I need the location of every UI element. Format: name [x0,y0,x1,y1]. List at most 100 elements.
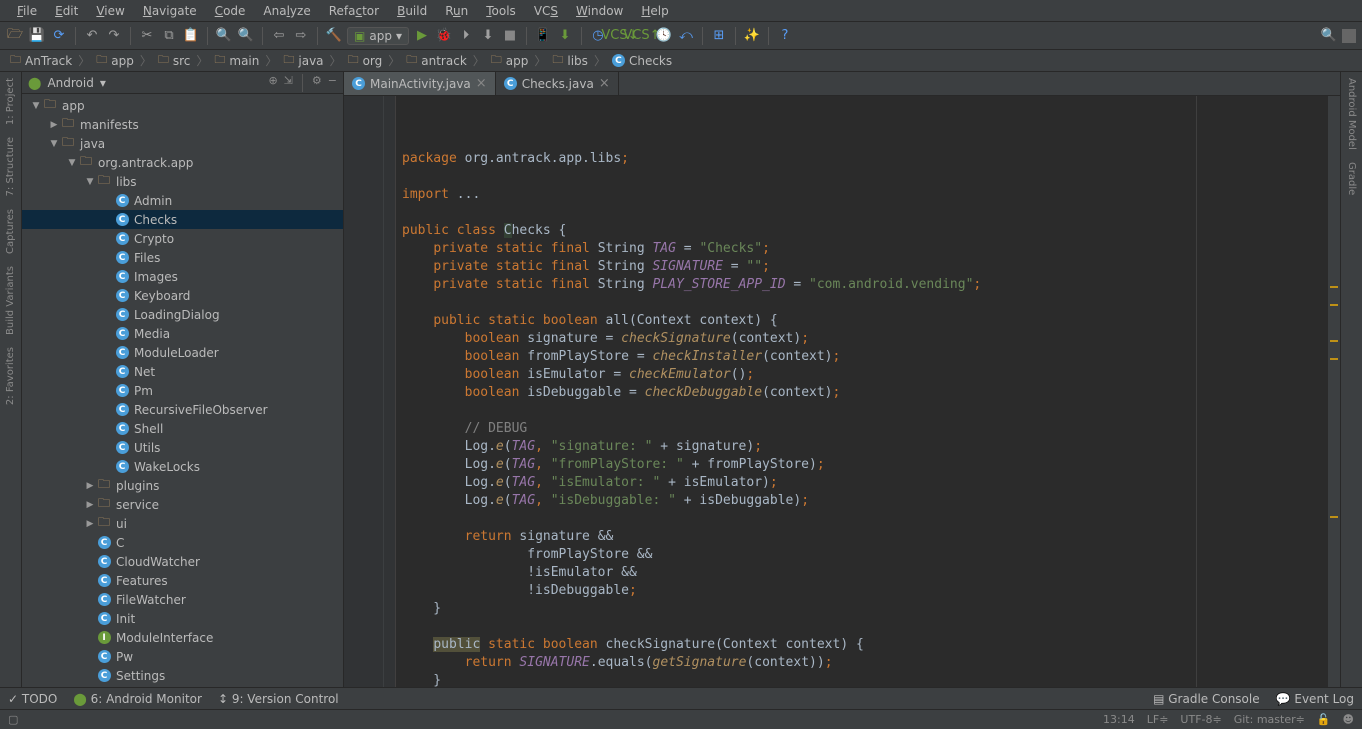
code-content[interactable]: package org.antrack.app.libs; import ...… [396,96,1328,687]
menu-edit[interactable]: Edit [46,4,87,18]
tree-node-keyboard[interactable]: CKeyboard [22,286,343,305]
editor-tab-checks-java[interactable]: CChecks.java× [496,72,619,95]
warning-mark[interactable] [1330,516,1338,518]
code-line[interactable]: // DEBUG [402,420,1328,438]
code-line[interactable]: package org.antrack.app.libs; [402,150,1328,168]
avd-icon[interactable]: 📱 [534,27,552,45]
tree-node-libs[interactable]: ▼🗀libs [22,172,343,191]
project-tree[interactable]: ▼🗀app▶🗀manifests▼🗀java▼🗀org.antrack.app▼… [22,94,343,687]
code-line[interactable] [402,204,1328,222]
run-configuration-selector[interactable]: ▣ app ▾ [347,27,409,45]
tree-toggle[interactable]: ▶ [84,500,96,510]
code-line[interactable]: private static final String PLAY_STORE_A… [402,276,1328,294]
inspections-icon[interactable]: ☻ [1343,713,1354,726]
breadcrumb-checks[interactable]: CChecks [606,54,678,68]
warning-mark[interactable] [1330,304,1338,306]
structure-icon[interactable]: ⊞ [710,27,728,45]
code-line[interactable]: Log.e(TAG, "fromPlayStore: " + fromPlayS… [402,456,1328,474]
file-encoding[interactable]: UTF-8≑ [1180,713,1221,726]
line-separator[interactable]: LF≑ [1147,713,1169,726]
find-icon[interactable]: 🔍 [215,27,233,45]
gear-icon[interactable]: ⚙ [312,74,322,92]
menu-tools[interactable]: Tools [477,4,525,18]
tree-toggle[interactable]: ▶ [84,519,96,529]
toolwindow-tab-version-control[interactable]: ↕ 9: Version Control [218,692,339,706]
tree-node-recursivefileobserver[interactable]: CRecursiveFileObserver [22,400,343,419]
code-line[interactable]: Log.e(TAG, "isDebuggable: " + isDebuggab… [402,492,1328,510]
open-icon[interactable]: 🗁 [6,27,24,45]
code-line[interactable]: } [402,600,1328,618]
tree-node-ui[interactable]: ▶🗀ui [22,514,343,533]
tree-toggle[interactable]: ▼ [30,101,42,111]
redo-icon[interactable]: ↷ [105,27,123,45]
back-icon[interactable]: ⇦ [270,27,288,45]
profile-icon[interactable]: ⏵ [457,27,475,45]
replace-icon[interactable]: 🔍 [237,27,255,45]
toolwindow-tab-favorites[interactable]: 2: Favorites [3,341,18,411]
toolwindow-tab-event-log[interactable]: 💬 Event Log [1276,692,1354,706]
warning-mark[interactable] [1330,286,1338,288]
code-line[interactable]: Log.e(TAG, "signature: " + signature); [402,438,1328,456]
debug-icon[interactable]: 🐞 [435,27,453,45]
editor-tab-mainactivity-java[interactable]: CMainActivity.java× [344,72,496,95]
tree-node-net[interactable]: CNet [22,362,343,381]
sync-icon[interactable]: ⟳ [50,27,68,45]
toolwindow-tab-gradle-console[interactable]: ▤ Gradle Console [1153,692,1260,706]
git-branch[interactable]: Git: master≑ [1234,713,1305,726]
toolwindow-tab-build-variants[interactable]: Build Variants [3,260,18,341]
warning-mark[interactable] [1330,340,1338,342]
toolwindow-tab-project[interactable]: 1: Project [3,72,18,131]
warning-mark[interactable] [1330,358,1338,360]
code-line[interactable]: import ... [402,186,1328,204]
menu-build[interactable]: Build [388,4,436,18]
revert-icon[interactable]: ⤺ [677,27,695,45]
undo-icon[interactable]: ↶ [83,27,101,45]
code-line[interactable] [402,402,1328,420]
tree-node-checks[interactable]: CChecks [22,210,343,229]
save-icon[interactable]: 💾 [28,27,46,45]
help-icon[interactable]: ? [776,27,794,45]
wizard-icon[interactable]: ✨ [743,27,761,45]
menu-view[interactable]: View [87,4,133,18]
tree-node-shell[interactable]: CShell [22,419,343,438]
menu-refactor[interactable]: Refactor [320,4,388,18]
menu-code[interactable]: Code [206,4,255,18]
code-editor[interactable]: package org.antrack.app.libs; import ...… [344,96,1340,687]
tree-node-admin[interactable]: CAdmin [22,191,343,210]
code-line[interactable]: public static boolean all(Context contex… [402,312,1328,330]
tree-node-moduleloader[interactable]: CModuleLoader [22,343,343,362]
tree-node-files[interactable]: CFiles [22,248,343,267]
stop-icon[interactable]: ■ [501,27,519,45]
code-line[interactable]: public class Checks { [402,222,1328,240]
tree-node-moduleinterface[interactable]: IModuleInterface [22,628,343,647]
code-line[interactable]: Log.e(TAG, "isEmulator: " + isEmulator); [402,474,1328,492]
code-line[interactable] [402,168,1328,186]
history-icon[interactable]: 🕓 [655,27,673,45]
breadcrumb-java[interactable]: 🗀java [277,51,329,70]
tree-toggle[interactable]: ▶ [48,120,60,130]
code-line[interactable]: boolean fromPlayStore = checkInstaller(c… [402,348,1328,366]
user-icon[interactable] [1342,29,1356,43]
hide-icon[interactable]: − [328,74,337,92]
project-view-selector[interactable]: Android [47,76,93,90]
menu-vcs[interactable]: VCS [525,4,567,18]
make-icon[interactable]: 🔨 [325,27,343,45]
code-line[interactable]: return signature && [402,528,1328,546]
tree-toggle[interactable]: ▶ [84,481,96,491]
toolwindow-tab-gradle[interactable]: Gradle [1344,156,1359,201]
error-stripe[interactable] [1328,96,1340,687]
menu-window[interactable]: Window [567,4,632,18]
close-icon[interactable]: × [476,76,487,91]
tree-node-media[interactable]: CMedia [22,324,343,343]
breadcrumb-antrack[interactable]: 🗀AnTrack [4,51,78,70]
tree-node-cloudwatcher[interactable]: CCloudWatcher [22,552,343,571]
paste-icon[interactable]: 📋 [182,27,200,45]
tree-node-crypto[interactable]: CCrypto [22,229,343,248]
attach-debugger-icon[interactable]: ⬇ [479,27,497,45]
tree-node-wakelocks[interactable]: CWakeLocks [22,457,343,476]
tree-node-filewatcher[interactable]: CFileWatcher [22,590,343,609]
tree-toggle[interactable]: ▼ [84,177,96,187]
cut-icon[interactable]: ✂ [138,27,156,45]
forward-icon[interactable]: ⇨ [292,27,310,45]
code-line[interactable]: public static boolean checkSignature(Con… [402,636,1328,654]
